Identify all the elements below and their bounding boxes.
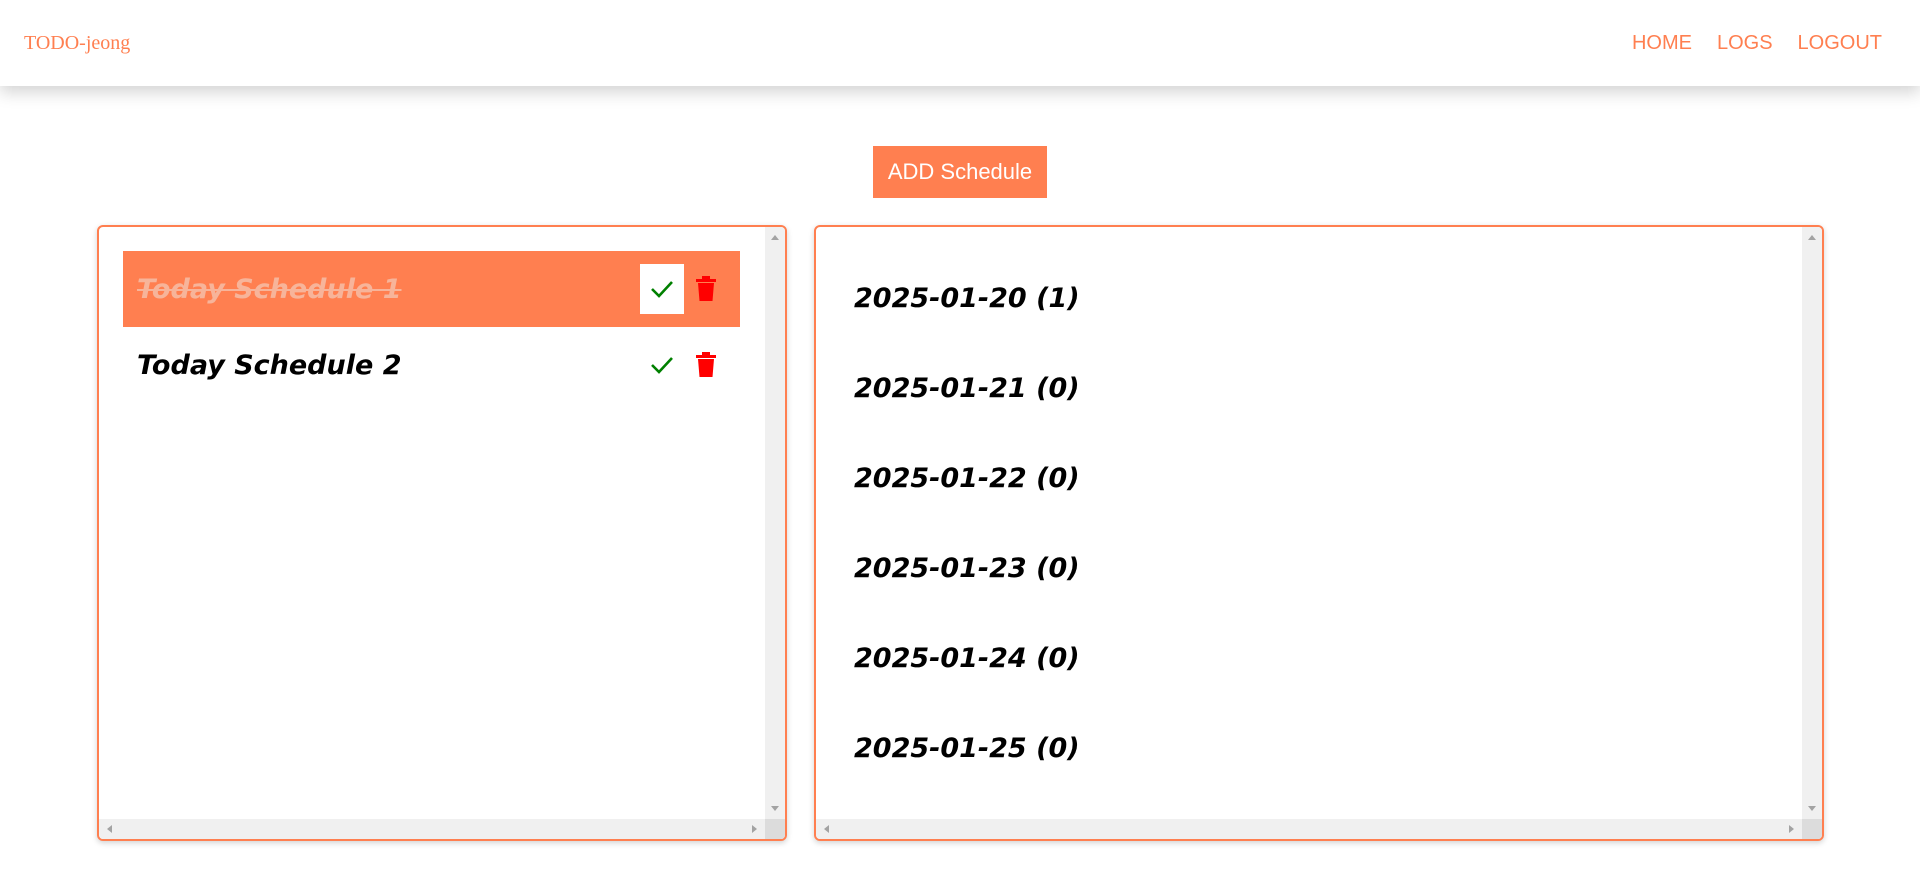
navbar: TODO-jeong HOME LOGS LOGOUT <box>0 0 1920 86</box>
scrollbar-corner <box>1802 819 1822 839</box>
check-icon <box>651 357 673 374</box>
scroll-up-icon[interactable] <box>771 235 779 240</box>
log-day-item[interactable]: 2025-01-24 (0) <box>854 631 1080 721</box>
complete-button[interactable] <box>640 340 684 390</box>
trash-icon <box>696 352 716 377</box>
vertical-scrollbar[interactable] <box>1802 227 1822 819</box>
schedule-item: Today Schedule 1 <box>123 251 740 327</box>
log-day-item[interactable]: 2025-01-21 (0) <box>854 361 1080 451</box>
log-list: 2025-01-20 (1) 2025-01-21 (0) 2025-01-22… <box>854 271 1080 811</box>
schedule-panel: Today Schedule 1 Today Schedule 2 <box>97 225 787 841</box>
brand-link[interactable]: TODO-jeong <box>24 32 130 55</box>
scroll-left-icon[interactable] <box>107 825 112 833</box>
scroll-up-icon[interactable] <box>1808 235 1816 240</box>
log-day-item[interactable]: 2025-01-20 (1) <box>854 271 1080 361</box>
scroll-right-icon[interactable] <box>1789 825 1794 833</box>
schedule-actions <box>640 340 722 390</box>
scroll-down-icon[interactable] <box>1808 806 1816 811</box>
schedule-text: Today Schedule 1 <box>137 273 402 305</box>
delete-button[interactable] <box>690 264 722 314</box>
schedule-text: Today Schedule 2 <box>137 349 402 381</box>
add-schedule-button[interactable]: ADD Schedule <box>873 146 1047 198</box>
schedule-list: Today Schedule 1 Today Schedule 2 <box>123 251 740 403</box>
logs-panel: 2025-01-20 (1) 2025-01-21 (0) 2025-01-22… <box>814 225 1824 841</box>
complete-button[interactable] <box>640 264 684 314</box>
nav-logs-link[interactable]: LOGS <box>1717 32 1773 55</box>
horizontal-scrollbar[interactable] <box>99 819 785 839</box>
scroll-right-icon[interactable] <box>752 825 757 833</box>
nav-home-link[interactable]: HOME <box>1632 32 1692 55</box>
check-icon <box>651 281 673 298</box>
horizontal-scrollbar[interactable] <box>816 819 1822 839</box>
scroll-down-icon[interactable] <box>771 806 779 811</box>
scroll-left-icon[interactable] <box>824 825 829 833</box>
vertical-scrollbar[interactable] <box>765 227 785 819</box>
log-day-item[interactable]: 2025-01-23 (0) <box>854 541 1080 631</box>
schedule-item: Today Schedule 2 <box>123 327 740 403</box>
log-day-item[interactable]: 2025-01-25 (0) <box>854 721 1080 811</box>
scrollbar-corner <box>765 819 785 839</box>
nav-links: HOME LOGS LOGOUT <box>1632 32 1882 55</box>
delete-button[interactable] <box>690 340 722 390</box>
trash-icon <box>696 276 716 301</box>
log-day-item[interactable]: 2025-01-22 (0) <box>854 451 1080 541</box>
schedule-actions <box>640 264 722 314</box>
nav-logout-link[interactable]: LOGOUT <box>1798 32 1882 55</box>
